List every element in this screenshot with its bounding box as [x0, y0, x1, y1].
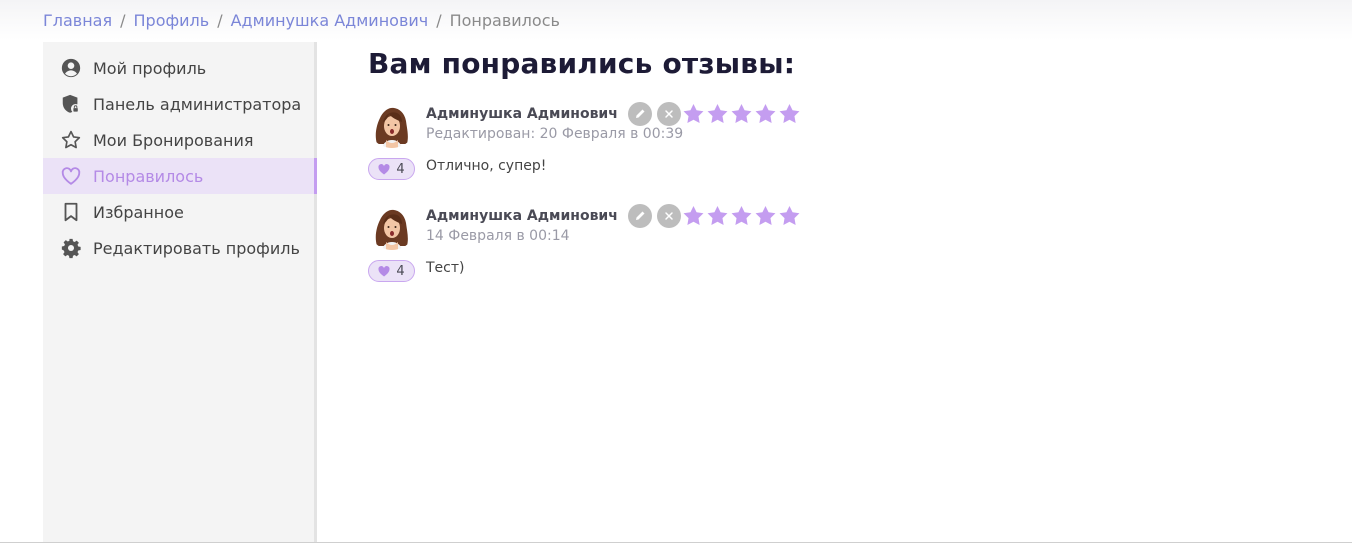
main-content: Вам понравились отзывы: Админушка Админо…	[368, 44, 1328, 304]
delete-review-button[interactable]	[656, 204, 681, 228]
sidebar-item-label: Редактировать профиль	[93, 238, 300, 258]
close-icon	[665, 212, 673, 220]
bookmark-icon	[60, 201, 82, 223]
sidebar-item-bookings[interactable]: Мои Бронирования	[43, 122, 314, 158]
breadcrumb-current: Понравилось	[449, 10, 560, 30]
sidebar-item-favorites[interactable]: Избранное	[43, 194, 314, 230]
review-card: Админушка Админович Редактирован: 20 Фев…	[368, 100, 1328, 202]
user-circle-icon	[60, 57, 82, 79]
sidebar-item-admin-panel[interactable]: Панель администратора	[43, 86, 314, 122]
delete-review-button[interactable]	[656, 102, 681, 126]
close-icon	[665, 110, 673, 118]
star-icon	[778, 103, 801, 125]
sidebar-item-label: Избранное	[93, 202, 184, 222]
star-icon	[778, 205, 801, 227]
review-author: Админушка Админович	[426, 208, 618, 224]
like-count: 4	[396, 161, 405, 177]
sidebar-item-label: Панель администратора	[93, 94, 302, 114]
breadcrumb-link-home[interactable]: Главная	[43, 11, 112, 30]
shield-lock-icon	[60, 93, 82, 115]
like-button[interactable]: 4	[368, 260, 415, 282]
star-icon	[730, 103, 753, 125]
heart-icon	[378, 265, 390, 276]
star-outline-icon	[60, 129, 82, 151]
breadcrumb-link-user[interactable]: Админушка Админович	[231, 11, 429, 30]
sidebar: Мой профиль Панель администратора Мои Бр…	[43, 42, 317, 542]
rating-stars	[682, 103, 802, 125]
star-icon	[754, 103, 777, 125]
star-icon	[730, 205, 753, 227]
review-author: Админушка Админович	[426, 106, 618, 122]
gear-icon	[60, 237, 82, 259]
breadcrumb-separator: /	[436, 10, 442, 30]
sidebar-item-label: Мой профиль	[93, 58, 207, 78]
breadcrumb: Главная / Профиль / Админушка Админович …	[43, 9, 560, 31]
rating-stars	[682, 205, 802, 227]
sidebar-item-edit-profile[interactable]: Редактировать профиль	[43, 230, 314, 266]
star-icon	[754, 205, 777, 227]
edit-review-button[interactable]	[627, 204, 652, 228]
star-icon	[706, 103, 729, 125]
top-bar: Главная / Профиль / Админушка Админович …	[0, 0, 1352, 40]
sidebar-item-label: Мои Бронирования	[93, 130, 254, 150]
sidebar-item-my-profile[interactable]: Мой профиль	[43, 50, 314, 86]
breadcrumb-separator: /	[217, 10, 223, 30]
sidebar-item-label: Понравилось	[93, 166, 204, 186]
heart-icon	[378, 163, 390, 174]
footer-divider	[0, 542, 1352, 543]
review-text: Тест)	[426, 260, 465, 276]
like-button[interactable]: 4	[368, 158, 415, 180]
page-title: Вам понравились отзывы:	[368, 47, 796, 80]
star-icon	[682, 205, 705, 227]
review-header: Админушка Админович	[426, 102, 802, 126]
star-icon	[682, 103, 705, 125]
avatar	[368, 100, 416, 148]
breadcrumb-separator: /	[120, 10, 126, 30]
pencil-icon	[635, 109, 645, 118]
breadcrumb-link-profile[interactable]: Профиль	[134, 11, 210, 30]
review-card: Админушка Админович 14 Февраля в 00:14 4…	[368, 202, 1328, 304]
star-icon	[706, 205, 729, 227]
sidebar-item-liked[interactable]: Понравилось	[43, 158, 317, 194]
pencil-icon	[635, 211, 645, 220]
heart-outline-icon	[60, 165, 82, 187]
review-text: Отлично, супер!	[426, 158, 547, 174]
edit-review-button[interactable]	[627, 102, 652, 126]
review-header: Админушка Админович	[426, 204, 802, 228]
review-date: 14 Февраля в 00:14	[426, 228, 570, 244]
sidebar-menu: Мой профиль Панель администратора Мои Бр…	[43, 42, 317, 266]
avatar	[368, 202, 416, 250]
like-count: 4	[396, 263, 405, 279]
review-date: Редактирован: 20 Февраля в 00:39	[426, 126, 684, 142]
